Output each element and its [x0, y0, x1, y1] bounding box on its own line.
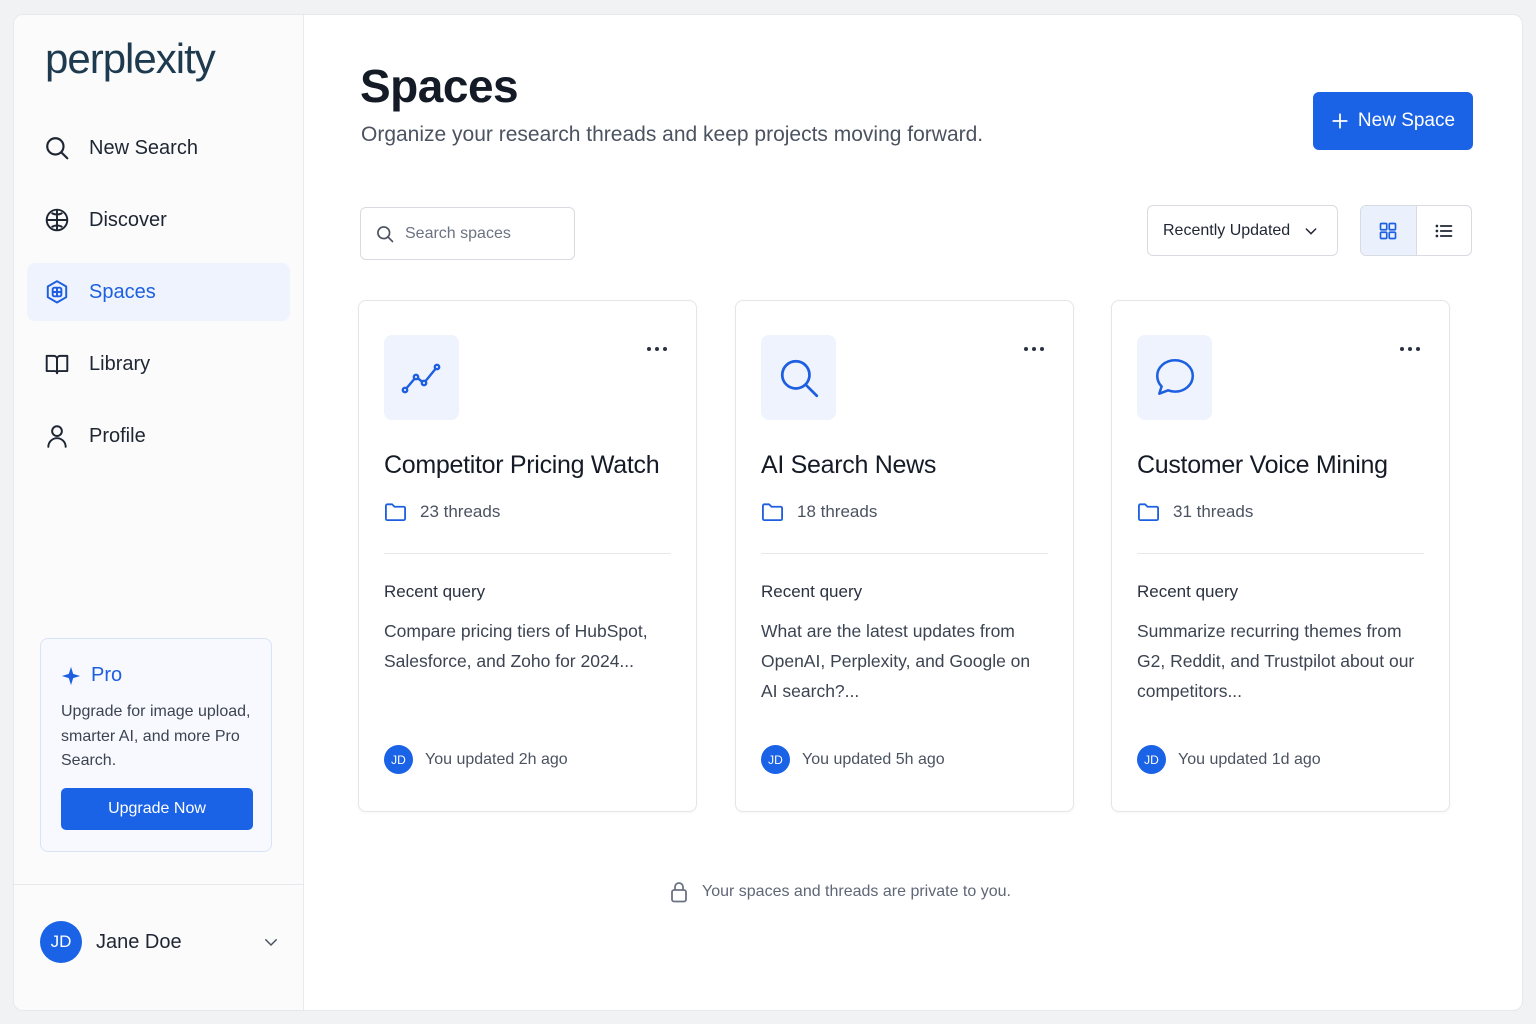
chat-bubble-icon [1137, 335, 1212, 420]
user-menu[interactable]: JD Jane Doe [40, 919, 280, 965]
chevron-down-icon [1305, 227, 1317, 235]
upgrade-now-button[interactable]: Upgrade Now [61, 788, 253, 830]
list-view-button[interactable] [1417, 206, 1472, 255]
privacy-note: Your spaces and threads are private to y… [670, 881, 1011, 903]
sidebar-item-spaces[interactable]: Spaces [27, 263, 290, 321]
chevron-down-icon[interactable] [262, 933, 280, 951]
thread-count: 23 threads [384, 502, 500, 522]
recent-query-label: Recent query [384, 582, 486, 601]
updated-text: You updated 5h ago [802, 750, 945, 768]
lock-icon [671, 882, 687, 903]
card-footer: JD You updated 1d ago [1137, 745, 1321, 774]
sidebar-item-library[interactable]: Library [27, 335, 290, 393]
card-divider [1137, 553, 1424, 554]
recent-query-text: What are the latest updates from OpenAI,… [761, 621, 1031, 701]
pro-upgrade-card: Pro Upgrade for image upload, smarter AI… [40, 638, 272, 852]
page-subtitle: Organize your research threads and keep … [361, 123, 984, 146]
folder-icon [762, 503, 783, 522]
sidebar-item-label: New Search [89, 136, 198, 159]
search-icon [761, 335, 836, 420]
card-footer: JD You updated 2h ago [384, 745, 568, 774]
trend-line-icon [384, 335, 459, 420]
space-card-ai-search-news[interactable]: AI Search News 18 threads Recent query W… [735, 300, 1074, 812]
spaces-icon [43, 278, 71, 306]
perplexity-logo[interactable]: perplexity [45, 35, 216, 83]
globe-icon [43, 206, 71, 234]
folder-icon [385, 503, 406, 522]
sidebar-item-label: Library [89, 352, 151, 375]
sidebar-item-label: Spaces [89, 280, 156, 303]
sidebar-nav: New Search Discover Spaces Library Profi… [27, 119, 290, 479]
avatar: JD [384, 745, 413, 774]
card-footer: JD You updated 5h ago [761, 745, 945, 774]
recent-query-text: Compare pricing tiers of HubSpot, Salesf… [384, 621, 648, 671]
new-space-button[interactable]: New Space [1313, 92, 1473, 150]
main-content: Spaces Organize your research threads an… [304, 15, 1522, 1010]
plus-icon [1332, 113, 1348, 129]
space-title[interactable]: AI Search News [761, 451, 936, 480]
page-title: Spaces [360, 60, 519, 112]
sidebar-item-label: Discover [89, 208, 167, 231]
sparkle-icon [61, 666, 81, 685]
user-name: Jane Doe [96, 930, 182, 953]
card-divider [761, 553, 1048, 554]
recent-query-text: Summarize recurring themes from G2, Redd… [1137, 621, 1415, 701]
more-options-icon[interactable] [1023, 339, 1045, 357]
sidebar-item-label: Profile [89, 424, 146, 447]
space-card-customer-voice[interactable]: Customer Voice Mining 31 threads Recent … [1111, 300, 1450, 812]
search-icon [377, 225, 394, 242]
more-options-icon[interactable] [1399, 339, 1421, 357]
grid-icon [1379, 222, 1397, 239]
space-card-competitor-pricing[interactable]: Competitor Pricing Watch 23 threads Rece… [358, 300, 697, 812]
sidebar-item-discover[interactable]: Discover [27, 191, 290, 249]
card-divider [384, 553, 671, 554]
sort-dropdown[interactable]: Recently Updated [1147, 205, 1338, 256]
updated-text: You updated 2h ago [425, 750, 568, 768]
search-icon [43, 134, 71, 162]
thread-count: 18 threads [761, 502, 877, 522]
thread-count: 31 threads [1137, 502, 1253, 522]
pro-title: Pro [61, 664, 122, 687]
search-spaces-box[interactable] [360, 207, 575, 260]
folder-icon [1138, 503, 1159, 522]
list-icon [1435, 224, 1453, 237]
recent-query-label: Recent query [1137, 582, 1239, 601]
sidebar-divider [14, 884, 304, 885]
user-icon [43, 422, 71, 450]
search-input[interactable] [405, 224, 555, 243]
view-toggle [1360, 205, 1472, 256]
sort-value: Recently Updated [1163, 221, 1291, 239]
avatar: JD [1137, 745, 1166, 774]
updated-text: You updated 1d ago [1178, 750, 1321, 768]
book-icon [43, 350, 71, 378]
avatar: JD [761, 745, 790, 774]
sidebar: perplexity New Search Discover Spaces Li… [14, 15, 304, 1010]
recent-query-label: Recent query [761, 582, 863, 601]
sidebar-item-profile[interactable]: Profile [27, 407, 290, 465]
grid-view-button[interactable] [1361, 206, 1417, 255]
more-options-icon[interactable] [646, 339, 668, 357]
pro-description: Upgrade for image upload, smarter AI, an… [61, 703, 251, 769]
sidebar-item-new-search[interactable]: New Search [27, 119, 290, 177]
space-title[interactable]: Customer Voice Mining [1137, 451, 1388, 480]
avatar: JD [40, 921, 82, 963]
space-title[interactable]: Competitor Pricing Watch [384, 451, 660, 480]
app-window: perplexity New Search Discover Spaces Li… [13, 14, 1523, 1011]
